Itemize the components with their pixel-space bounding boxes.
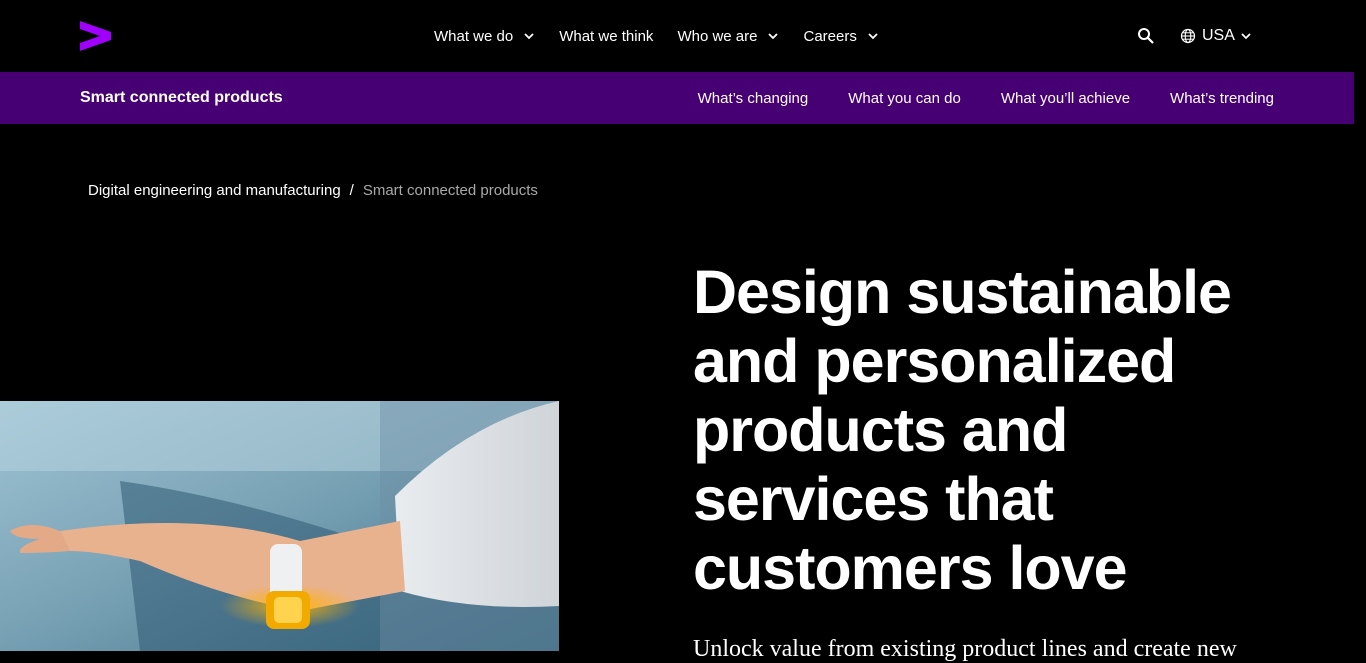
nav-what-we-do[interactable]: What we do bbox=[434, 28, 535, 45]
breadcrumb: Digital engineering and manufacturing / … bbox=[88, 182, 538, 199]
locale-selector[interactable]: USA bbox=[1180, 27, 1252, 45]
section-subnav: Smart connected products What’s changing… bbox=[0, 72, 1354, 124]
nav-label: Careers bbox=[803, 27, 857, 45]
nav-who-we-are[interactable]: Who we are bbox=[677, 28, 779, 45]
breadcrumb-separator: / bbox=[349, 182, 354, 199]
globe-icon bbox=[1180, 28, 1196, 44]
chevron-down-icon bbox=[524, 33, 534, 40]
nav-label: What we think bbox=[559, 27, 654, 45]
subnav-link-what-youll-achieve[interactable]: What you’ll achieve bbox=[1001, 90, 1130, 107]
top-navigation: What we do What we think Who we are Care… bbox=[0, 0, 1366, 72]
hero-headline: Design sustainable and personalized prod… bbox=[693, 258, 1232, 602]
hero-image-smartwatch bbox=[0, 401, 559, 651]
hero-lede: Unlock value from existing product lines… bbox=[693, 636, 1237, 662]
nav-utilities: USA bbox=[1137, 0, 1252, 72]
nav-label: What we do bbox=[434, 27, 514, 45]
breadcrumb-current: Smart connected products bbox=[362, 182, 538, 199]
main-nav: What we do What we think Who we are Care… bbox=[434, 0, 903, 72]
nav-label: Who we are bbox=[677, 27, 758, 45]
subnav-title[interactable]: Smart connected products bbox=[80, 72, 283, 124]
chevron-down-icon bbox=[1241, 33, 1251, 40]
chevron-down-icon bbox=[868, 33, 878, 40]
breadcrumb-parent-link[interactable]: Digital engineering and manufacturing bbox=[88, 182, 341, 199]
locale-label: USA bbox=[1202, 27, 1235, 44]
nav-what-we-think[interactable]: What we think bbox=[559, 28, 653, 45]
subnav-link-whats-changing[interactable]: What’s changing bbox=[698, 90, 809, 107]
subnav-link-what-you-can-do[interactable]: What you can do bbox=[848, 90, 961, 107]
search-icon[interactable] bbox=[1137, 27, 1155, 45]
chevron-down-icon bbox=[768, 33, 779, 40]
accenture-logo[interactable] bbox=[80, 21, 111, 51]
nav-careers[interactable]: Careers bbox=[803, 28, 878, 45]
subnav-links: What’s changing What you can do What you… bbox=[658, 72, 1274, 124]
subnav-link-whats-trending[interactable]: What’s trending bbox=[1170, 90, 1274, 107]
